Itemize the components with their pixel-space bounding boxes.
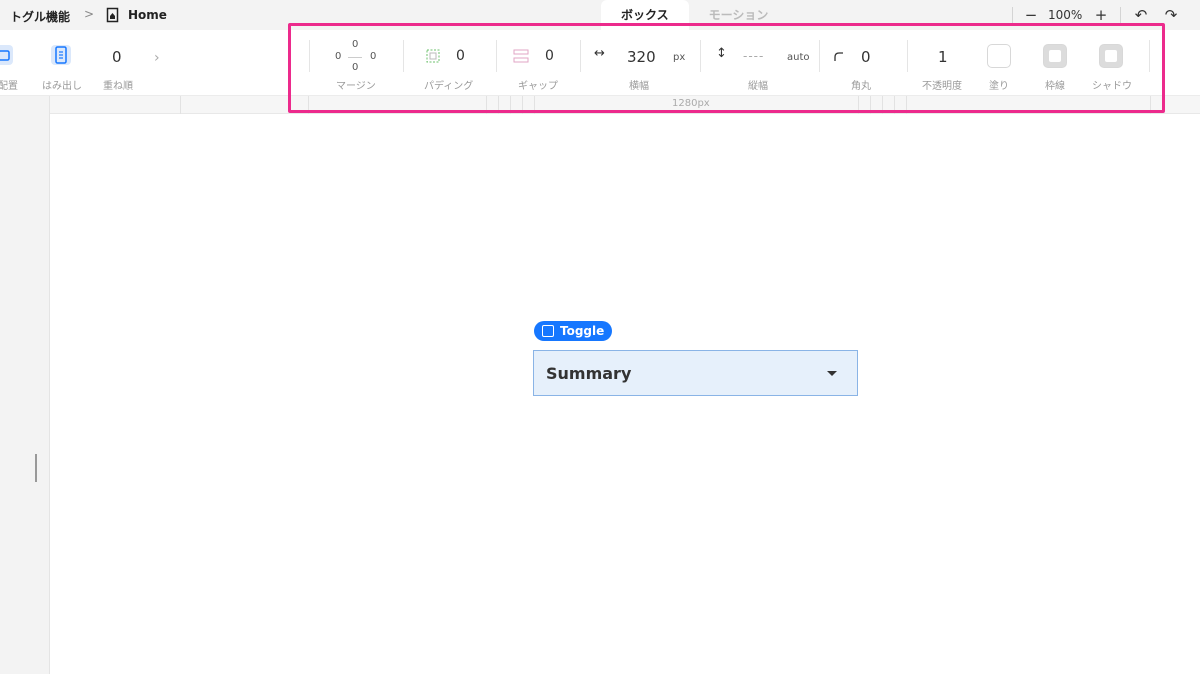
ruler-tick [498,96,499,114]
radius-value[interactable]: 0 [861,48,871,66]
ruler-tick [180,96,181,114]
fill-swatch[interactable] [987,44,1011,68]
divider [580,40,581,72]
tab-motion[interactable]: モーション [689,0,789,30]
zorder-value[interactable]: 0 [112,48,122,66]
ruler-tick [510,96,511,114]
zoom-out-button[interactable]: − [1022,6,1040,24]
overflow-label: はみ出し [42,81,82,92]
divider [309,40,310,72]
undo-icon[interactable]: ↶ [1132,6,1150,24]
margin-top-value[interactable]: 0 [352,39,358,50]
ruler-tick [534,96,535,114]
page-home-icon [106,7,119,23]
border-swatch[interactable] [1043,44,1067,68]
ruler-tick [522,96,523,114]
left-side-panel [0,96,50,674]
fill-label: 塗り [989,81,1009,92]
breadcrumb-page[interactable]: Home [128,8,167,22]
ruler-tick [906,96,907,114]
margin-bottom-value[interactable]: 0 [352,62,358,73]
padding-value[interactable]: 0 [456,48,465,64]
height-value[interactable]: ---- [743,49,764,63]
overflow-icon[interactable] [50,44,72,66]
margin-label: マージン [336,81,376,92]
gap-icon [513,49,529,63]
placement-label: 配置 [0,81,18,92]
breadcrumb-separator: > [84,7,95,21]
resize-handle[interactable] [35,454,37,482]
more-chevron-icon[interactable]: › [154,50,160,66]
height-label: 縦幅 [748,81,768,92]
redo-icon[interactable]: ↷ [1162,6,1180,24]
height-unit[interactable]: auto [787,52,810,63]
height-arrows-icon: ↕ [716,46,727,61]
divider [403,40,404,72]
breadcrumb-project[interactable]: トグル機能 [10,8,70,25]
ruler-tick [1150,96,1151,114]
zoom-in-button[interactable]: + [1092,6,1110,24]
divider [496,40,497,72]
ruler-width-label: 1280px [672,98,710,109]
radius-label: 角丸 [851,81,871,92]
width-label: 横幅 [629,81,649,92]
divider [1120,7,1121,23]
divider [819,40,820,72]
padding-icon [426,49,440,63]
zorder-label: 重ね順 [103,81,133,92]
opacity-value[interactable]: 1 [938,48,948,66]
width-value[interactable]: 320 [627,48,656,66]
mode-tabs: ボックス モーション [601,0,788,30]
toggle-summary[interactable]: Summary [533,350,858,396]
shadow-swatch[interactable] [1099,44,1123,68]
divider [700,40,701,72]
gap-value[interactable]: 0 [545,48,554,64]
gap-label: ギャップ [518,81,558,92]
ruler-tick [870,96,871,114]
ruler-tick [894,96,895,114]
padding-label: パディング [424,81,474,92]
divider [907,40,908,72]
tab-box[interactable]: ボックス [601,0,689,30]
caret-down-icon [827,371,837,376]
width-arrows-icon: ↔ [594,46,605,61]
component-tag-label: Toggle [560,324,605,338]
corner-radius-icon [834,52,843,61]
ruler-tick [308,96,309,114]
ruler-tick [486,96,487,114]
ruler-tick [882,96,883,114]
property-toolbar: 配置 はみ出し 0 重ね順 › 0 0 0 0 マージン 0 パディング 0 ギ… [0,30,1200,96]
width-unit[interactable]: px [673,52,685,63]
divider [1012,7,1013,23]
zoom-level: 100% [1048,8,1083,22]
top-bar: トグル機能 > Home ボックス モーション − 100% + ↶ ↷ [0,0,1200,30]
divider [1149,40,1150,72]
canvas-ruler: 1280px [50,96,1200,114]
opacity-label: 不透明度 [922,81,962,92]
margin-right-value[interactable]: 0 [370,51,376,62]
toggle-component-icon [542,325,554,337]
toggle-summary-text: Summary [546,364,632,383]
border-label: 枠線 [1045,81,1065,92]
margin-left-value[interactable]: 0 [335,51,341,62]
margin-divider [348,57,362,58]
shadow-label: シャドウ [1092,81,1132,92]
component-tag[interactable]: Toggle [534,321,613,341]
ruler-tick [858,96,859,114]
placement-icon[interactable] [0,44,14,66]
